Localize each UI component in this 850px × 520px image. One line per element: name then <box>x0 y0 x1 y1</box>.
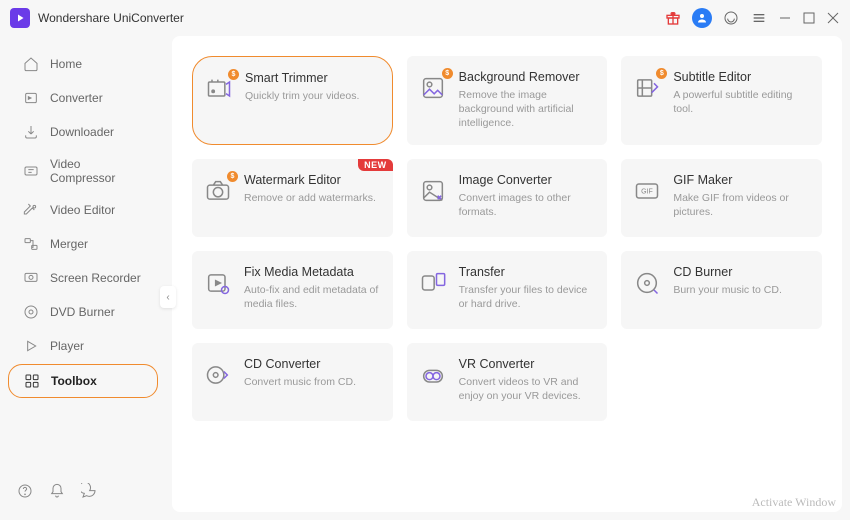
sidebar-icon <box>22 123 40 141</box>
feedback-icon[interactable] <box>80 482 98 500</box>
tool-desc: Convert videos to VR and enjoy on your V… <box>459 375 598 403</box>
sidebar-item-label: Video Editor <box>50 203 115 217</box>
tool-title: Transfer <box>459 265 598 279</box>
sidebar-icon <box>22 337 40 355</box>
sidebar-icon <box>22 162 40 180</box>
tool-card-fix-media-metadata[interactable]: Fix Media Metadata Auto-fix and edit meta… <box>192 251 393 329</box>
tool-icon: $ <box>417 72 449 104</box>
sidebar-item-player[interactable]: Player <box>8 330 158 362</box>
sidebar-icon <box>22 303 40 321</box>
sidebar-icon <box>23 372 41 390</box>
tool-desc: Remove the image background with artific… <box>459 88 598 131</box>
tool-icon: $ <box>631 72 663 104</box>
tool-desc: Burn your music to CD. <box>673 283 812 297</box>
premium-badge: $ <box>227 171 238 182</box>
sidebar-item-label: Downloader <box>50 125 114 139</box>
sidebar: Home Converter Downloader Video Compressor V… <box>0 36 168 520</box>
tool-card-transfer[interactable]: Transfer Transfer your files to device or… <box>407 251 608 329</box>
help-icon[interactable] <box>16 482 34 500</box>
sidebar-item-video-editor[interactable]: Video Editor <box>8 194 158 226</box>
app-title: Wondershare UniConverter <box>38 11 184 25</box>
minimize-button[interactable] <box>778 11 792 25</box>
tool-desc: Convert images to other formats. <box>459 191 598 219</box>
tool-icon <box>417 175 449 207</box>
tool-desc: Transfer your files to device or hard dr… <box>459 283 598 311</box>
tool-icon <box>417 359 449 391</box>
sidebar-item-label: Screen Recorder <box>50 271 141 285</box>
tool-title: VR Converter <box>459 357 598 371</box>
user-avatar[interactable] <box>692 8 712 28</box>
tool-desc: Auto-fix and edit metadata of media file… <box>244 283 383 311</box>
tool-title: Background Remover <box>459 70 598 84</box>
sidebar-item-label: Toolbox <box>51 374 97 388</box>
sidebar-item-toolbox[interactable]: Toolbox <box>8 364 158 398</box>
sidebar-item-label: Player <box>50 339 84 353</box>
menu-icon[interactable] <box>750 9 768 27</box>
tool-title: Watermark Editor <box>244 173 383 187</box>
tool-icon <box>202 359 234 391</box>
tool-icon <box>631 267 663 299</box>
tool-card-background-remover[interactable]: $ Background Remover Remove the image back… <box>407 56 608 145</box>
tool-desc: Quickly trim your videos. <box>245 89 382 103</box>
maximize-button[interactable] <box>802 11 816 25</box>
premium-badge: $ <box>656 68 667 79</box>
sidebar-icon <box>22 269 40 287</box>
tool-title: GIF Maker <box>673 173 812 187</box>
tool-title: Subtitle Editor <box>673 70 812 84</box>
tool-card-subtitle-editor[interactable]: $ Subtitle Editor A powerful subtitle edit… <box>621 56 822 145</box>
close-button[interactable] <box>826 11 840 25</box>
gift-icon[interactable] <box>664 9 682 27</box>
tool-card-smart-trimmer[interactable]: $ Smart Trimmer Quickly trim your videos. <box>192 56 393 145</box>
new-badge: NEW <box>358 159 393 171</box>
sidebar-item-home[interactable]: Home <box>8 48 158 80</box>
sidebar-item-video-compressor[interactable]: Video Compressor <box>8 150 158 192</box>
premium-badge: $ <box>442 68 453 79</box>
tool-title: CD Burner <box>673 265 812 279</box>
support-icon[interactable] <box>722 9 740 27</box>
sidebar-icon <box>22 201 40 219</box>
sidebar-item-label: Converter <box>50 91 103 105</box>
sidebar-collapse-button[interactable]: ‹ <box>160 286 176 308</box>
sidebar-item-screen-recorder[interactable]: Screen Recorder <box>8 262 158 294</box>
main-content: $Smart TrimmerQuickly trim your videos.$… <box>172 36 842 512</box>
sidebar-item-converter[interactable]: Converter <box>8 82 158 114</box>
tool-desc: Remove or add watermarks. <box>244 191 383 205</box>
sidebar-item-label: Merger <box>50 237 88 251</box>
tool-card-gif-maker[interactable]: GIF GIF Maker Make GIF from videos or pict… <box>621 159 822 237</box>
tool-icon <box>417 267 449 299</box>
tool-icon: $ <box>203 73 235 105</box>
tool-card-image-converter[interactable]: Image Converter Convert images to other f… <box>407 159 608 237</box>
tool-card-vr-converter[interactable]: VR Converter Convert videos to VR and enj… <box>407 343 608 421</box>
premium-badge: $ <box>228 69 239 80</box>
sidebar-item-merger[interactable]: Merger <box>8 228 158 260</box>
notifications-icon[interactable] <box>48 482 66 500</box>
svg-text:GIF: GIF <box>641 188 653 195</box>
tool-title: CD Converter <box>244 357 383 371</box>
sidebar-item-label: DVD Burner <box>50 305 115 319</box>
tool-card-cd-converter[interactable]: CD Converter Convert music from CD. <box>192 343 393 421</box>
sidebar-icon <box>22 89 40 107</box>
sidebar-item-label: Video Compressor <box>50 157 144 185</box>
tool-icon <box>202 267 234 299</box>
tool-title: Image Converter <box>459 173 598 187</box>
sidebar-icon <box>22 235 40 253</box>
app-logo <box>10 8 30 28</box>
sidebar-item-label: Home <box>50 57 82 71</box>
tool-title: Fix Media Metadata <box>244 265 383 279</box>
sidebar-item-downloader[interactable]: Downloader <box>8 116 158 148</box>
os-watermark: Activate Window <box>752 495 836 510</box>
tool-desc: A powerful subtitle editing tool. <box>673 88 812 116</box>
tool-icon: GIF <box>631 175 663 207</box>
tool-title: Smart Trimmer <box>245 71 382 85</box>
sidebar-icon <box>22 55 40 73</box>
tool-desc: Convert music from CD. <box>244 375 383 389</box>
tool-card-watermark-editor[interactable]: $ Watermark Editor Remove or add watermark… <box>192 159 393 237</box>
sidebar-item-dvd-burner[interactable]: DVD Burner <box>8 296 158 328</box>
tool-icon: $ <box>202 175 234 207</box>
tool-desc: Make GIF from videos or pictures. <box>673 191 812 219</box>
tool-card-cd-burner[interactable]: CD Burner Burn your music to CD. <box>621 251 822 329</box>
